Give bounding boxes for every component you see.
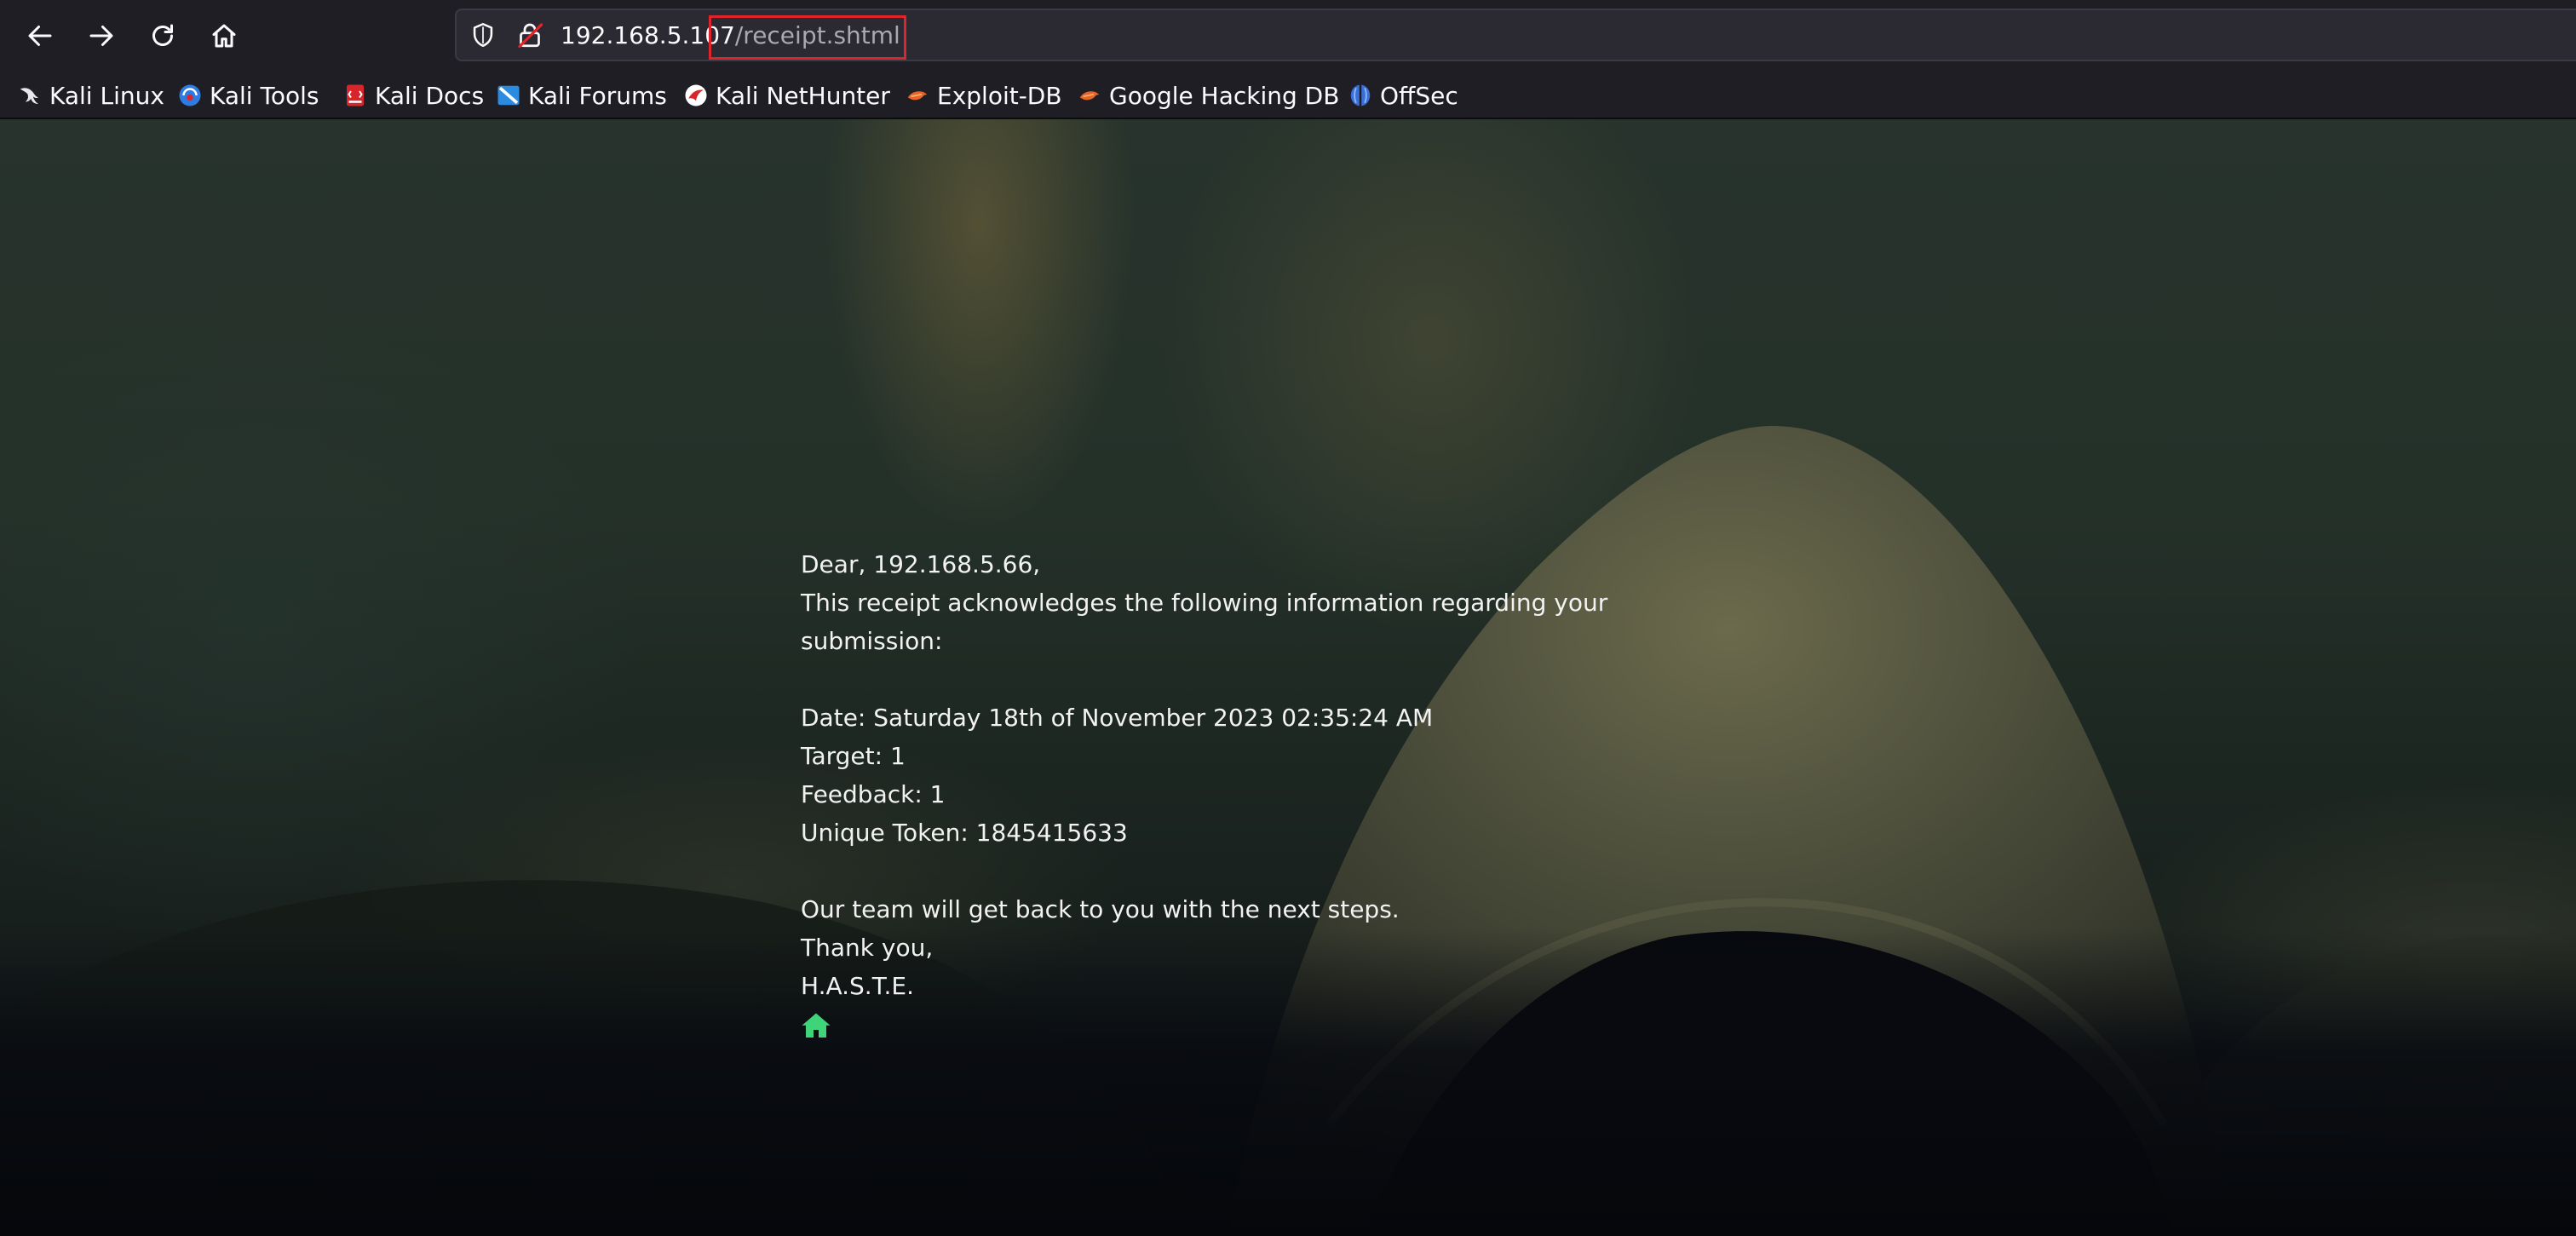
bookmark-kali-nethunter[interactable]: Kali NetHunter: [683, 78, 890, 112]
receipt-greeting: Dear, 192.168.5.66,: [801, 550, 1041, 578]
bookmark-label: Google Hacking DB: [1109, 81, 1340, 110]
exploit-db-icon: [907, 91, 928, 101]
url-text[interactable]: 192.168.5.107/receipt.shtml: [561, 20, 900, 51]
address-bar[interactable]: 192.168.5.107/receipt.shtml: [455, 9, 2576, 61]
tracking-protection-shield-icon[interactable]: [469, 20, 497, 49]
bookmark-kali-forums[interactable]: Kali Forums: [496, 78, 667, 112]
bookmark-kali-docs[interactable]: Kali Docs: [342, 78, 484, 112]
receipt-followup: Our team will get back to you with the n…: [801, 895, 1400, 923]
receipt-target: Target: 1: [801, 742, 906, 770]
back-button[interactable]: [20, 15, 60, 56]
bookmark-label: OffSec: [1380, 81, 1458, 110]
kali-docs-icon: [347, 84, 364, 106]
bookmark-kali-tools[interactable]: Kali Tools: [177, 78, 319, 112]
receipt-token: Unique Token: 1845415633: [801, 819, 1128, 847]
bookmarks-toolbar: Kali Linux Kali Tools Kali Docs Kali For…: [0, 72, 2576, 119]
bookmark-label: Kali Tools: [210, 81, 319, 110]
bookmark-label: Kali Forums: [528, 81, 667, 110]
receipt-signature: H.A.S.T.E.: [801, 972, 914, 1000]
offsec-icon: [1350, 84, 1371, 106]
navigation-toolbar: 192.168.5.107/receipt.shtml: [0, 0, 2576, 72]
receipt-spacer: [801, 660, 1653, 698]
bookmark-label: Kali Docs: [375, 81, 485, 110]
home-icon: [212, 24, 236, 48]
receipt-spacer: [801, 852, 1653, 890]
ghdb-icon: [1079, 91, 1100, 101]
bookmark-label: Exploit-DB: [937, 81, 1062, 110]
receipt-message: Dear, 192.168.5.66, This receipt acknowl…: [801, 545, 1653, 1039]
page-content: Dear, 192.168.5.66, This receipt acknowl…: [0, 119, 2576, 1236]
receipt-closing: Thank you,: [801, 934, 934, 962]
arrow-right-icon: [89, 26, 113, 46]
bookmark-label: Kali NetHunter: [716, 81, 890, 110]
insecure-lock-icon[interactable]: [515, 20, 545, 50]
url-host: 192.168.5.107: [561, 21, 735, 49]
reload-icon: [152, 24, 173, 46]
receipt-intro: This receipt acknowledges the following …: [801, 589, 1608, 655]
kali-dragon-icon: [20, 88, 38, 104]
receipt-date: Date: Saturday 18th of November 2023 02:…: [801, 704, 1434, 732]
url-path: /receipt.shtml: [734, 21, 900, 49]
bookmark-offsec[interactable]: OffSec: [1348, 78, 1458, 112]
bookmark-kali-linux[interactable]: Kali Linux: [17, 78, 164, 112]
browser-window: 192.168.5.107/receipt.shtml Kali Linux K…: [0, 0, 2576, 1236]
reload-button[interactable]: [142, 15, 183, 56]
kali-nethunter-icon: [685, 84, 707, 106]
arrow-left-icon: [28, 26, 52, 46]
kali-forums-icon: [497, 85, 520, 106]
bookmark-label: Kali Linux: [49, 81, 164, 110]
home-link-icon[interactable]: [801, 1010, 831, 1039]
receipt-feedback: Feedback: 1: [801, 780, 946, 808]
home-button[interactable]: [204, 15, 244, 56]
forward-button[interactable]: [81, 15, 122, 56]
bookmark-exploit-db[interactable]: Exploit-DB: [905, 78, 1062, 112]
bookmark-google-hacking-db[interactable]: Google Hacking DB: [1077, 78, 1339, 112]
kali-tools-icon: [179, 84, 201, 106]
